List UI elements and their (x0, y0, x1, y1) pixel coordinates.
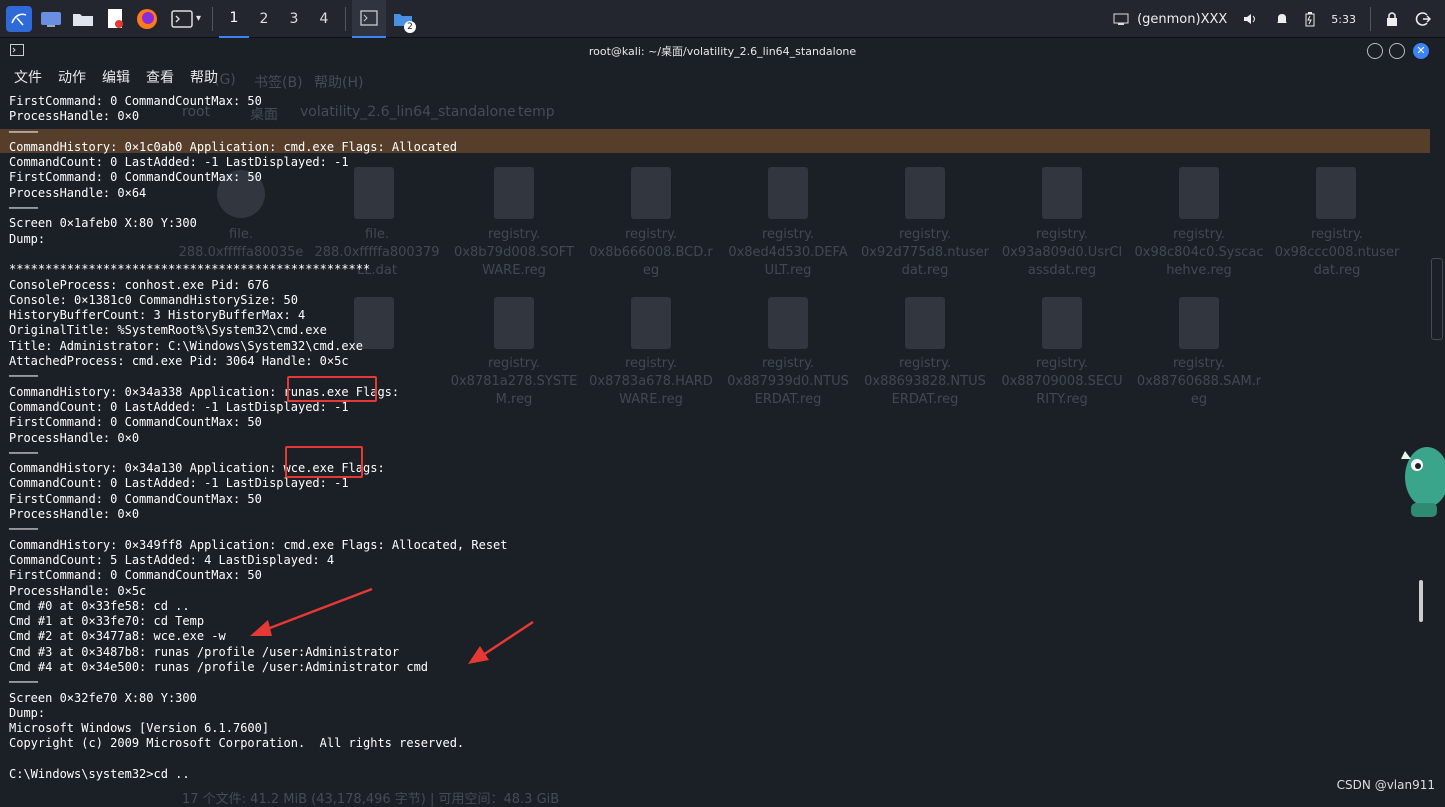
menu-action[interactable]: 动作 (58, 67, 86, 87)
terminal-line: CommandHistory: 0×34a130 Application: wc… (9, 461, 385, 476)
terminal-line: Cmd #3 at 0×3487b8: runas /profile /user… (9, 644, 400, 659)
system-tray: (genmon)XXX 5:33 (1105, 0, 1445, 38)
battery-icon[interactable] (1305, 11, 1315, 27)
taskbar-terminal-window[interactable] (352, 0, 386, 38)
workspace-3[interactable]: 3 (279, 0, 309, 38)
terminal-line: ProcessHandle: 0×64 (9, 185, 147, 200)
logout-icon[interactable] (1415, 11, 1431, 27)
terminal-line: FirstCommand: 0 CommandCountMax: 50 (9, 415, 262, 430)
terminal-line: Cmd #2 at 0×3477a8: wce.exe -w (9, 629, 226, 644)
genmon-label: (genmon)XXX (1137, 11, 1228, 27)
bg-menu-help: 帮助(H) (314, 75, 364, 91)
window-title: root@kali: ~/桌面/volatility_2.6_lin64_sta… (588, 45, 857, 58)
terminal-launcher-icon[interactable]: ▾ (166, 6, 206, 32)
close-button[interactable]: ✕ (1413, 43, 1429, 59)
terminal-line: Cmd #0 at 0×33fe58: cd .. (9, 598, 190, 613)
terminal-line: OriginalTitle: %SystemRoot%\System32\cmd… (9, 323, 327, 338)
terminal-line: Microsoft Windows [Version 6.1.7600] (9, 721, 270, 736)
bg-scrollbar (1431, 258, 1443, 340)
terminal-line: ──── (9, 201, 38, 216)
terminal-line: Screen 0×32fe70 X:80 Y:300 (9, 690, 197, 705)
terminal-line: C:\Windows\system32>cd .. (9, 767, 190, 782)
window-app-icon (10, 44, 24, 59)
terminal-line: ──── (9, 124, 38, 139)
separator (212, 6, 213, 31)
terminal-line: ProcessHandle: 0×5c (9, 583, 147, 598)
window-count-badge: 2 (404, 20, 416, 33)
terminal-output[interactable]: FirstCommand: 0 CommandCountMax: 50 Proce… (9, 94, 1409, 782)
separator (1370, 7, 1371, 31)
workspace-4[interactable]: 4 (309, 0, 339, 38)
terminal-line: ProcessHandle: 0×0 (9, 109, 140, 124)
annotation-box-wce (285, 446, 363, 478)
terminal-line: CommandHistory: 0×349ff8 Application: cm… (9, 537, 508, 552)
clock[interactable]: 5:33 (1331, 13, 1356, 26)
notification-bell-icon[interactable] (1275, 12, 1289, 26)
lock-screen-icon[interactable] (1385, 11, 1399, 27)
terminal-line: ──── (9, 522, 38, 537)
terminal-line: Cmd #1 at 0×33fe70: cd Temp (9, 614, 205, 629)
terminal-line: ****************************************… (9, 262, 371, 277)
menu-edit[interactable]: 编辑 (102, 67, 130, 87)
terminal-line: Copyright (c) 2009 Microsoft Corporation… (9, 736, 465, 751)
terminal-line: Title: Administrator: C:\Windows\System3… (9, 338, 364, 353)
kali-menu-icon[interactable] (6, 5, 32, 32)
terminal-line: ──── (9, 369, 38, 384)
terminal-line: Dump: (9, 231, 46, 246)
workspace-1[interactable]: 1 (219, 0, 249, 38)
watermark: CSDN @vlan911 (1336, 778, 1435, 792)
text-editor-icon[interactable] (102, 6, 128, 32)
taskbar-folder-group[interactable]: 2 (386, 0, 420, 38)
terminal-line: ProcessHandle: 0×0 (9, 507, 140, 522)
terminal-line: ──── (9, 675, 38, 690)
firefox-icon[interactable] (134, 6, 160, 32)
network-icon (1113, 13, 1129, 25)
terminal-line: CommandCount: 0 LastAdded: -1 LastDispla… (9, 476, 349, 491)
terminal-line: CommandCount: 0 LastAdded: -1 LastDispla… (9, 155, 349, 170)
minimize-button[interactable] (1367, 43, 1383, 59)
terminal-line: Console: 0×1381c0 CommandHistorySize: 50 (9, 292, 298, 307)
terminal-line: Cmd #4 at 0×34e500: runas /profile /user… (9, 659, 429, 674)
terminal-scrollbar[interactable] (1419, 580, 1423, 622)
show-desktop-icon[interactable] (38, 6, 64, 32)
chevron-down-icon[interactable]: ▾ (196, 13, 201, 24)
terminal-icon (360, 9, 378, 26)
bg-status-bar: 17 个文件: 41.2 MiB (43,178,496 字节) | 可用空间：… (182, 792, 560, 807)
top-panel: ▾ 1 2 3 4 2 (genmon)XXX 5:33 (0, 0, 1445, 38)
genmon-applet[interactable]: (genmon)XXX (1113, 12, 1227, 27)
dinosaur-mascot-icon (1401, 447, 1445, 517)
terminal-line: Screen 0×1afeb0 X:80 Y:300 (9, 216, 197, 231)
terminal-line: CommandHistory: 0×34a338 Application: ru… (9, 384, 400, 399)
terminal-line: Dump: (9, 705, 46, 720)
terminal-line: FirstCommand: 0 CommandCountMax: 50 (9, 94, 262, 108)
terminal-line: FirstCommand: 0 CommandCountMax: 50 (9, 170, 262, 185)
terminal-line: FirstCommand: 0 CommandCountMax: 50 (9, 491, 262, 506)
file-manager-icon[interactable] (70, 6, 96, 32)
volume-icon[interactable] (1243, 12, 1259, 26)
maximize-button[interactable] (1389, 43, 1405, 59)
window-titlebar[interactable]: root@kali: ~/桌面/volatility_2.6_lin64_sta… (0, 38, 1445, 64)
menu-file[interactable]: 文件 (14, 67, 42, 87)
workspace-2[interactable]: 2 (249, 0, 279, 38)
annotation-box-runas (287, 376, 377, 402)
terminal-line: ProcessHandle: 0×0 (9, 430, 140, 445)
terminal-line: FirstCommand: 0 CommandCountMax: 50 (9, 568, 262, 583)
terminal-line: HistoryBufferCount: 3 HistoryBufferMax: … (9, 308, 306, 323)
terminal-line: ──── (9, 445, 38, 460)
separator (345, 6, 346, 31)
close-icon: ✕ (1416, 44, 1426, 57)
menu-view[interactable]: 查看 (146, 67, 174, 87)
terminal-line: CommandCount: 5 LastAdded: 4 LastDisplay… (9, 552, 335, 567)
terminal-line: ConsoleProcess: conhost.exe Pid: 676 (9, 277, 270, 292)
terminal-line: CommandHistory: 0×1c0ab0 Application: cm… (9, 139, 457, 154)
bg-menu-g: (G) (214, 72, 236, 88)
terminal-line: AttachedProcess: cmd.exe Pid: 3064 Handl… (9, 354, 349, 369)
terminal-line: CommandCount: 0 LastAdded: -1 LastDispla… (9, 399, 349, 414)
bg-menu-bookmarks: 书签(B) (254, 75, 303, 91)
